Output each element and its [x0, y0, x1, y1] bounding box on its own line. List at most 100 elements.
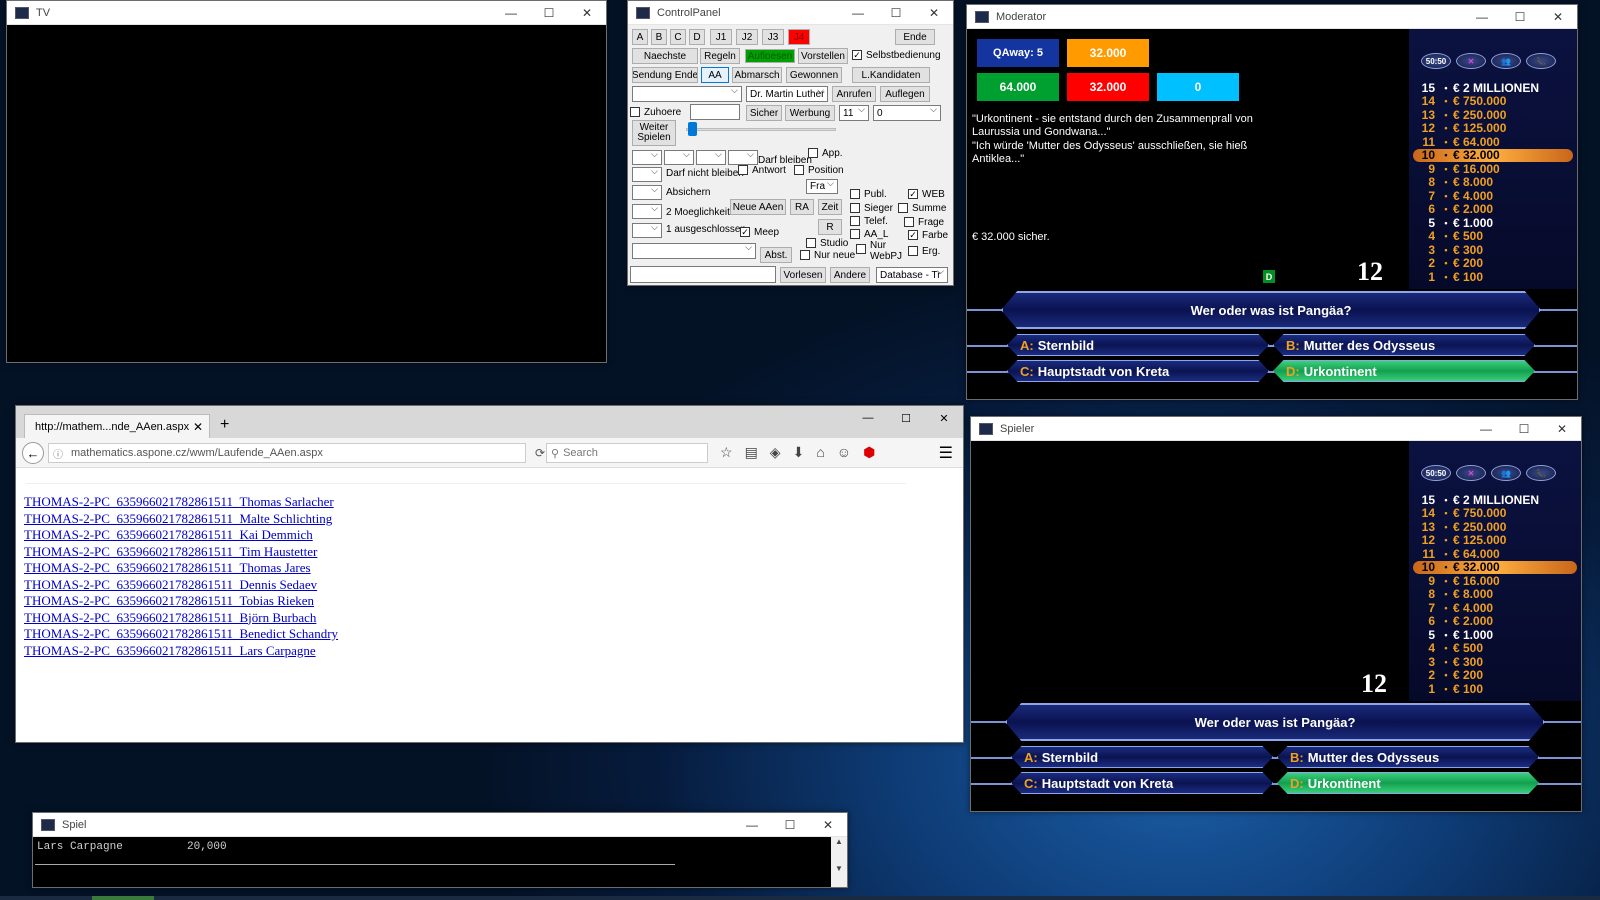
tab-close-icon[interactable]: ✕ [193, 420, 203, 434]
moderator-titlebar[interactable]: Moderator — ☐ ✕ [967, 5, 1577, 29]
minimize-icon[interactable]: — [1463, 5, 1501, 29]
doctor-dropdown[interactable]: Dr. Martin Luther [746, 86, 828, 102]
cp-button-c[interactable]: C [670, 29, 686, 45]
close-icon[interactable]: ✕ [1543, 417, 1581, 441]
bookmark-star-icon[interactable]: ☆ [720, 444, 733, 461]
minimize-icon[interactable]: — [849, 406, 887, 430]
minimize-icon[interactable]: — [839, 1, 877, 25]
maximize-icon[interactable]: ☐ [530, 1, 568, 25]
round-dropdown[interactable]: 11 [839, 105, 869, 121]
minimize-icon[interactable]: — [1467, 417, 1505, 441]
farbe-checkbox[interactable]: ✓ [908, 230, 918, 240]
reading-list-icon[interactable]: ▤ [745, 444, 758, 461]
close-icon[interactable]: ✕ [809, 813, 847, 837]
fra-dropdown[interactable]: Fra [806, 179, 838, 194]
publ-checkbox[interactable] [850, 189, 860, 199]
andere-button[interactable]: Andere [830, 267, 870, 283]
small-dropdown-2[interactable] [664, 150, 694, 165]
meep-checkbox[interactable]: ✓ [740, 227, 750, 237]
close-icon[interactable]: ✕ [1539, 5, 1577, 29]
cp-button-j1[interactable]: J1 [710, 29, 732, 45]
cp-button-j2[interactable]: J2 [736, 29, 758, 45]
regeln-button[interactable]: Regeln [700, 48, 740, 64]
adblock-icon[interactable]: ⬢ [863, 444, 875, 461]
volume-slider-track[interactable] [686, 128, 836, 131]
result-link[interactable]: THOMAS-2-PC_635966021782861511_Malte Sch… [24, 511, 338, 528]
search-box[interactable]: ⚲ Search [546, 443, 708, 463]
aufloesen-button[interactable]: Aufloesen [745, 49, 795, 63]
minimize-icon[interactable]: — [733, 813, 771, 837]
aal-checkbox[interactable] [850, 229, 860, 239]
minimize-icon[interactable]: — [492, 1, 530, 25]
maximize-icon[interactable]: ☐ [877, 1, 915, 25]
taskbar-active-indicator[interactable] [92, 896, 154, 900]
home-icon[interactable]: ⌂ [816, 444, 824, 461]
lkandidaten-button[interactable]: L.Kandidaten [852, 67, 930, 83]
close-icon[interactable]: ✕ [568, 1, 606, 25]
small-dropdown-4[interactable] [728, 150, 758, 165]
spieler-titlebar[interactable]: Spieler — ☐ ✕ [971, 417, 1581, 441]
neue-aaen-button[interactable]: Neue AAen [730, 199, 786, 215]
nurweb-checkbox[interactable] [856, 244, 866, 254]
sicher-button[interactable]: Sicher [746, 105, 782, 121]
abmarsch-button[interactable]: Abmarsch [732, 67, 782, 83]
ra-button[interactable]: RA [790, 199, 814, 215]
telef-checkbox[interactable] [850, 216, 860, 226]
spiel-titlebar[interactable]: Spiel — ☐ ✕ [33, 813, 847, 837]
zuhoere-input[interactable] [690, 104, 740, 120]
cp-button-a[interactable]: A [632, 29, 648, 45]
small-dropdown-8[interactable] [632, 223, 662, 238]
controlpanel-titlebar[interactable]: ControlPanel — ☐ ✕ [628, 1, 953, 25]
cp-button-d[interactable]: D [689, 29, 705, 45]
menu-icon[interactable]: ☰ [939, 443, 953, 463]
cp-button-j4[interactable]: J4 [788, 29, 810, 45]
app-checkbox[interactable] [808, 148, 818, 158]
tv-titlebar[interactable]: TV — ☐ ✕ [7, 1, 606, 25]
result-link[interactable]: THOMAS-2-PC_635966021782861511_Tim Haust… [24, 544, 338, 561]
sendung-ende-button[interactable]: Sendung Ende [632, 67, 698, 83]
reload-icon[interactable]: ⟳ [535, 446, 545, 460]
close-icon[interactable]: ✕ [915, 1, 953, 25]
zuhoere-checkbox[interactable] [630, 107, 640, 117]
zeit-button[interactable]: Zeit [818, 199, 842, 215]
weiter-spielen-button[interactable]: Weiter Spielen [632, 120, 676, 146]
volume-slider-thumb[interactable] [688, 122, 697, 136]
abst-button[interactable]: Abst. [760, 247, 792, 263]
sieger-checkbox[interactable] [850, 203, 860, 213]
web-checkbox[interactable]: ✓ [908, 189, 918, 199]
smiley-icon[interactable]: ☺ [837, 444, 851, 461]
maximize-icon[interactable]: ☐ [1501, 5, 1539, 29]
small-dropdown-5[interactable] [632, 167, 662, 182]
antwort-checkbox[interactable] [738, 165, 748, 175]
maximize-icon[interactable]: ☐ [1505, 417, 1543, 441]
selbstbedienung-checkbox[interactable]: ✓ [852, 50, 862, 60]
gewonnen-button[interactable]: Gewonnen [786, 67, 842, 83]
blank-dropdown[interactable] [632, 86, 742, 102]
r-button[interactable]: R [818, 219, 842, 235]
aa-button[interactable]: AA [701, 67, 729, 83]
result-link[interactable]: THOMAS-2-PC_635966021782861511_Lars Carp… [24, 643, 338, 660]
werbung-button[interactable]: Werbung [785, 105, 835, 121]
maximize-icon[interactable]: ☐ [887, 406, 925, 430]
close-icon[interactable]: ✕ [925, 406, 963, 430]
frage-checkbox[interactable] [904, 217, 914, 227]
result-link[interactable]: THOMAS-2-PC_635966021782861511_Tobias Ri… [24, 593, 338, 610]
maximize-icon[interactable]: ☐ [771, 813, 809, 837]
small-dropdown-7[interactable] [632, 204, 662, 219]
console-scrollbar[interactable]: ▲ ▼ [831, 837, 847, 887]
result-link[interactable]: THOMAS-2-PC_635966021782861511_Kai Demmi… [24, 527, 338, 544]
vorlesen-button[interactable]: Vorlesen [780, 267, 826, 283]
new-tab-icon[interactable]: + [220, 416, 229, 434]
studio-checkbox[interactable] [806, 238, 816, 248]
pocket-icon[interactable]: ◈ [770, 444, 781, 461]
download-icon[interactable]: ⬇ [793, 444, 805, 461]
vorstellen-button[interactable]: Vorstellen [798, 48, 848, 64]
nurneue-checkbox[interactable] [800, 250, 810, 260]
result-link[interactable]: THOMAS-2-PC_635966021782861511_Thomas Ja… [24, 560, 338, 577]
back-icon[interactable]: ← [22, 442, 44, 464]
erg-checkbox[interactable] [908, 246, 918, 256]
bottom-input[interactable] [630, 266, 776, 283]
cp-button-b[interactable]: B [651, 29, 667, 45]
small-dropdown-1[interactable] [632, 150, 662, 165]
database-dropdown[interactable]: Database - Tr [876, 267, 948, 283]
